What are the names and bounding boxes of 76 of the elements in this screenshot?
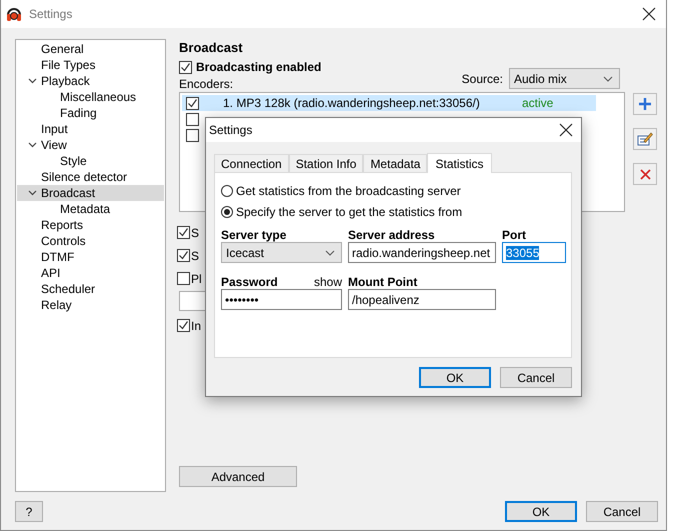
tree-item[interactable]: API	[41, 266, 60, 280]
radio-button[interactable]	[221, 184, 233, 196]
tab[interactable]: Station Info	[288, 154, 364, 172]
checkbox-label: In	[191, 318, 202, 332]
checkbox[interactable]	[179, 60, 192, 74]
edit-button[interactable]	[633, 128, 657, 150]
source-label: Source:	[462, 72, 503, 86]
ok-button[interactable]: OK	[505, 501, 577, 522]
add-button[interactable]	[633, 93, 657, 115]
field-label: Mount Point	[348, 275, 418, 289]
tree-item[interactable]: Relay	[41, 298, 72, 312]
show-link[interactable]: show	[314, 275, 342, 289]
tree-item[interactable]: View	[41, 138, 67, 152]
input-field[interactable]: /hopealivenz	[348, 289, 496, 310]
tab[interactable]: Metadata	[363, 154, 428, 172]
tab[interactable]: Connection	[214, 154, 289, 172]
caret-icon	[603, 76, 613, 82]
caret-icon	[325, 250, 335, 256]
window-title: Settings	[29, 7, 74, 21]
cancel-button[interactable]: Cancel	[500, 367, 572, 388]
checkbox[interactable]	[177, 249, 190, 262]
tree-item[interactable]: Miscellaneous	[60, 90, 136, 104]
checkbox[interactable]	[186, 96, 199, 110]
checkbox-label: Pl	[191, 272, 202, 286]
tree-item[interactable]: DTMF	[41, 250, 74, 264]
radio-button[interactable]	[221, 206, 233, 218]
field-label: Server address	[348, 228, 435, 242]
tree-item[interactable]: Playback	[41, 74, 90, 88]
tree-item[interactable]: Silence detector	[41, 170, 128, 184]
help-button[interactable]: ?	[15, 501, 43, 522]
field-label: Server type	[221, 228, 286, 242]
radio-label: Get statistics from the broadcasting server	[236, 184, 461, 198]
field-label: Port	[502, 228, 526, 242]
radio-label: Specify the server to get the statistics from	[236, 204, 462, 218]
tree-item[interactable]: General	[41, 42, 84, 56]
checkbox[interactable]	[177, 226, 190, 239]
checkbox-label: S	[191, 248, 200, 262]
tree-item[interactable]: Style	[60, 154, 87, 168]
cancel-button[interactable]: Cancel	[586, 501, 658, 522]
checkbox-label: S	[191, 226, 200, 240]
close-icon[interactable]	[559, 123, 573, 137]
field-label: Password	[221, 275, 278, 289]
ok-button[interactable]: OK	[419, 367, 491, 388]
checkbox[interactable]	[186, 112, 199, 126]
tree-item[interactable]: Controls	[41, 234, 86, 248]
tree-item[interactable]: Metadata	[60, 202, 110, 216]
tree-item[interactable]: File Types	[41, 58, 96, 72]
input-field[interactable]: 33055	[502, 242, 566, 263]
section-heading: Broadcast	[179, 40, 244, 55]
dialog-title: Settings	[209, 123, 252, 137]
input-field[interactable]: radio.wanderingsheep.net	[348, 242, 496, 263]
source-dropdown[interactable]: Audio mix	[509, 68, 620, 89]
tree-item[interactable]: Fading	[60, 106, 97, 120]
close-icon	[640, 168, 650, 180]
plus-icon	[638, 97, 652, 111]
tree-item[interactable]: Input	[41, 122, 68, 136]
encoder-status: active	[522, 96, 554, 110]
expand-chevron-icon[interactable]	[28, 190, 37, 196]
pencil-form-icon	[637, 131, 653, 147]
encoder-name[interactable]: 1. MP3 128k (radio.wanderingsheep.net:33056/)	[223, 96, 518, 110]
expand-chevron-icon[interactable]	[28, 142, 37, 148]
headphones-app-icon	[5, 5, 23, 23]
checkbox[interactable]	[177, 272, 190, 285]
checkbox-label: Broadcasting enabled	[196, 60, 322, 74]
tab[interactable]: Statistics	[427, 153, 492, 173]
checkbox[interactable]	[186, 128, 199, 142]
tree-item[interactable]: Scheduler	[41, 282, 96, 296]
advanced-button[interactable]: Advanced	[179, 466, 297, 487]
password-field[interactable]: ••••••••	[221, 289, 342, 310]
checkbox[interactable]	[177, 319, 190, 332]
encoders-label: Encoders:	[179, 77, 234, 91]
server-type-dropdown[interactable]: Icecast	[221, 242, 342, 263]
expand-chevron-icon[interactable]	[28, 78, 37, 84]
close-icon[interactable]	[642, 7, 656, 21]
tree-item[interactable]: Reports	[41, 218, 84, 232]
delete-button[interactable]	[633, 163, 657, 185]
